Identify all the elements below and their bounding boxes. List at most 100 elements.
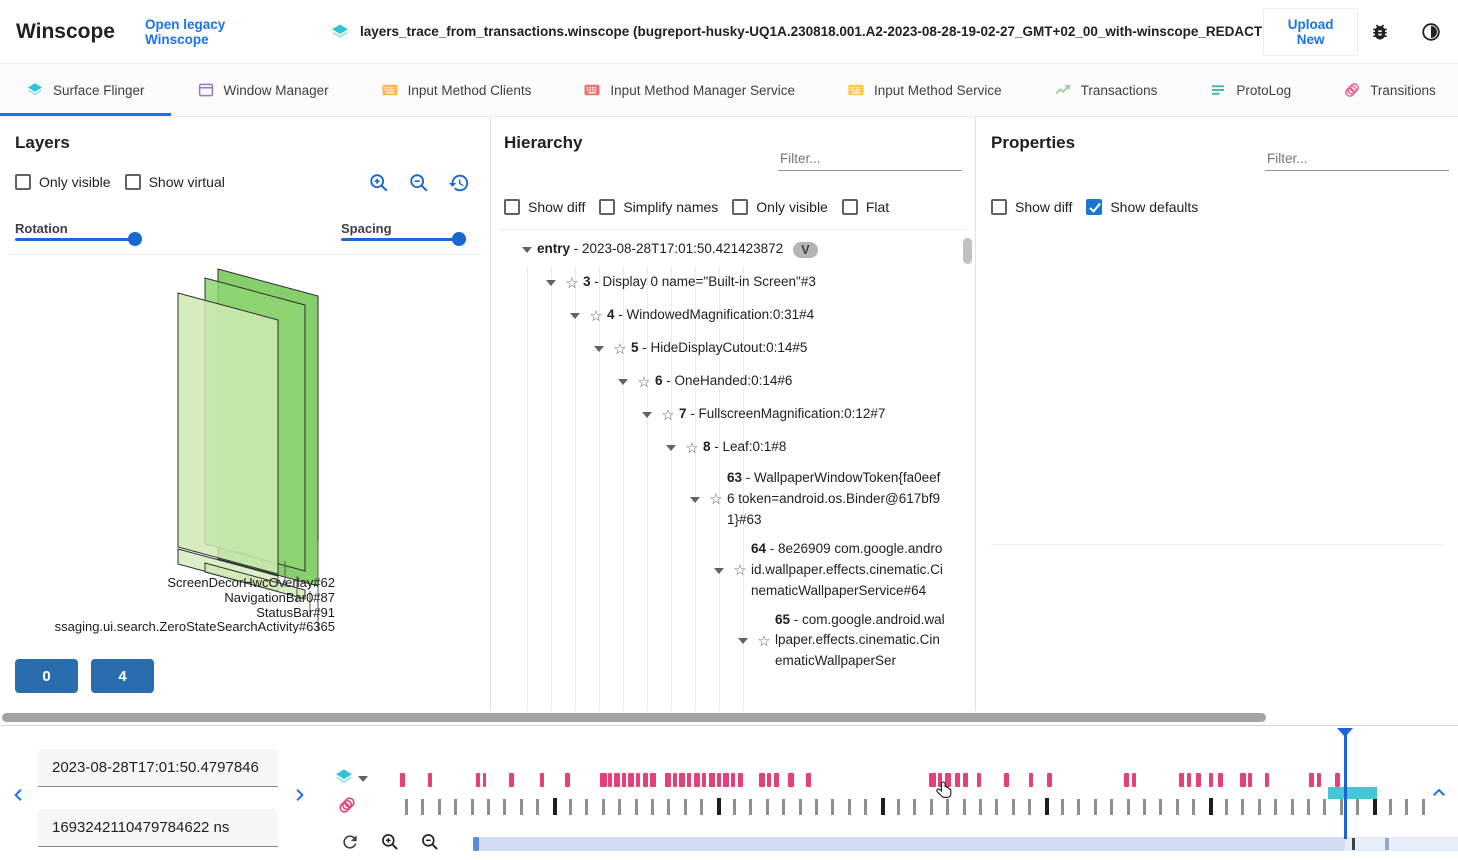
- transition-marker[interactable]: [731, 773, 735, 787]
- timeline-refresh-icon[interactable]: [340, 832, 360, 852]
- tree-node-5[interactable]: ☆5 - HideDisplayCutout:0:14#5: [491, 332, 945, 365]
- transition-marker[interactable]: [723, 773, 729, 787]
- expand-arrow-icon[interactable]: [733, 632, 753, 649]
- sf-entry-tick[interactable]: [1307, 799, 1310, 815]
- sf-entry-tick[interactable]: [717, 798, 721, 815]
- sf-entry-tick[interactable]: [1291, 799, 1294, 815]
- transition-marker[interactable]: [483, 773, 486, 787]
- sf-entry-tick[interactable]: [684, 799, 687, 815]
- expand-arrow-icon[interactable]: [589, 340, 609, 357]
- transition-marker[interactable]: [643, 773, 648, 787]
- transition-marker[interactable]: [428, 773, 432, 787]
- transition-marker[interactable]: [1004, 773, 1009, 787]
- sf-entry-tick[interactable]: [1340, 799, 1343, 815]
- sf-entry-tick[interactable]: [1192, 799, 1195, 815]
- star-icon[interactable]: ☆: [729, 561, 751, 579]
- sf-entry-tick[interactable]: [1225, 799, 1228, 815]
- expand-arrow-icon[interactable]: [709, 562, 729, 579]
- transition-marker[interactable]: [1309, 773, 1314, 787]
- sf-entry-tick[interactable]: [913, 799, 916, 815]
- timeline-zoom-range[interactable]: [473, 837, 1345, 851]
- hierarchy-scrollbar[interactable]: [963, 238, 972, 264]
- transition-marker[interactable]: [665, 773, 671, 787]
- sf-entry-tick[interactable]: [1241, 799, 1244, 815]
- sf-entry-tick[interactable]: [1110, 799, 1113, 815]
- transition-marker[interactable]: [614, 773, 620, 787]
- sf-entry-tick[interactable]: [1405, 799, 1408, 815]
- timestamp-ns-field[interactable]: 1693242110479784622 ns: [38, 809, 278, 847]
- reset-view-icon[interactable]: [448, 172, 470, 194]
- open-legacy-link[interactable]: Open legacy Winscope: [145, 17, 286, 47]
- checkbox-box[interactable]: [1086, 199, 1102, 215]
- transition-marker[interactable]: [1047, 773, 1052, 787]
- sf-entry-tick[interactable]: [782, 799, 785, 815]
- tab-protolog[interactable]: ProtoLog: [1183, 64, 1317, 116]
- spacing-slider[interactable]: [341, 238, 466, 241]
- tree-node-3[interactable]: ☆3 - Display 0 name="Built-in Screen"#3: [491, 266, 945, 299]
- timeline-zoom-thumb[interactable]: [473, 837, 479, 851]
- tree-node-7[interactable]: ☆7 - FullscreenMagnification:0:12#7: [491, 398, 945, 431]
- properties-filter-input[interactable]: [1265, 147, 1449, 171]
- transition-marker[interactable]: [767, 773, 771, 787]
- tab-input-method-service[interactable]: Input Method Service: [821, 64, 1028, 116]
- checkbox-box[interactable]: [15, 174, 31, 190]
- transition-marker[interactable]: [540, 773, 544, 787]
- zoom-in-icon[interactable]: [368, 172, 390, 194]
- transition-marker[interactable]: [622, 773, 626, 787]
- sf-entry-tick[interactable]: [1143, 799, 1146, 815]
- checkbox-show-diff[interactable]: Show diff: [504, 199, 585, 215]
- sf-entry-tick[interactable]: [1209, 798, 1213, 815]
- sf-entry-tick[interactable]: [618, 799, 621, 815]
- transition-marker[interactable]: [788, 773, 794, 787]
- spacing-slider-thumb[interactable]: [452, 232, 466, 246]
- sf-entry-tick[interactable]: [651, 799, 654, 815]
- zoom-out-icon[interactable]: [408, 172, 430, 194]
- transition-marker[interactable]: [608, 773, 612, 787]
- transition-marker[interactable]: [476, 773, 480, 787]
- transition-marker[interactable]: [1132, 773, 1136, 787]
- transition-marker[interactable]: [1187, 773, 1191, 787]
- transition-marker[interactable]: [1124, 773, 1129, 787]
- rotation-slider-thumb[interactable]: [128, 232, 142, 246]
- sf-entry-tick[interactable]: [1274, 799, 1277, 815]
- transition-marker[interactable]: [717, 773, 721, 787]
- transition-marker[interactable]: [709, 773, 715, 787]
- trace-select-caret-icon[interactable]: [358, 776, 368, 787]
- transition-marker[interactable]: [679, 773, 685, 787]
- sf-entry-tick[interactable]: [503, 799, 506, 815]
- bug-report-icon[interactable]: [1370, 22, 1390, 42]
- tree-node-64[interactable]: ☆64 - 8e26909 com.google.android.wallpap…: [491, 535, 945, 606]
- transition-marker[interactable]: [1218, 773, 1223, 787]
- transition-marker[interactable]: [694, 773, 700, 787]
- sf-entry-tick[interactable]: [635, 799, 638, 815]
- transition-marker[interactable]: [509, 773, 514, 787]
- tab-input-method-clients[interactable]: Input Method Clients: [355, 64, 558, 116]
- star-icon[interactable]: ☆: [657, 406, 679, 424]
- transition-marker[interactable]: [600, 773, 607, 787]
- star-icon[interactable]: ☆: [609, 340, 631, 358]
- transition-marker[interactable]: [1248, 773, 1252, 787]
- expand-arrow-icon[interactable]: [661, 439, 681, 456]
- sf-entry-tick[interactable]: [1012, 799, 1015, 815]
- transition-marker[interactable]: [628, 773, 634, 787]
- sf-entry-tick[interactable]: [585, 799, 588, 815]
- rotation-slider[interactable]: [15, 238, 140, 241]
- sf-entry-tick[interactable]: [815, 799, 818, 815]
- transition-marker[interactable]: [400, 773, 405, 787]
- sf-entry-tick[interactable]: [1045, 798, 1049, 815]
- tab-transactions[interactable]: Transactions: [1028, 64, 1184, 116]
- sf-entry-tick[interactable]: [487, 799, 490, 815]
- transition-marker[interactable]: [650, 773, 656, 787]
- checkbox-only-visible[interactable]: Only visible: [15, 174, 111, 190]
- expand-arrow-icon[interactable]: [565, 307, 585, 324]
- star-icon[interactable]: ☆: [561, 274, 583, 292]
- sf-entry-tick[interactable]: [700, 799, 703, 815]
- transition-marker[interactable]: [977, 773, 981, 787]
- tree-node-4[interactable]: ☆4 - WindowedMagnification:0:31#4: [491, 299, 945, 332]
- sf-entry-tick[interactable]: [1373, 798, 1377, 815]
- sf-entry-tick[interactable]: [995, 799, 998, 815]
- sf-entry-tick[interactable]: [1176, 799, 1179, 815]
- checkbox-show-virtual[interactable]: Show virtual: [125, 174, 225, 190]
- timeline-cursor-line[interactable]: [1344, 735, 1347, 839]
- tree-node-65[interactable]: ☆65 - com.google.android.wallpaper.effec…: [491, 606, 945, 677]
